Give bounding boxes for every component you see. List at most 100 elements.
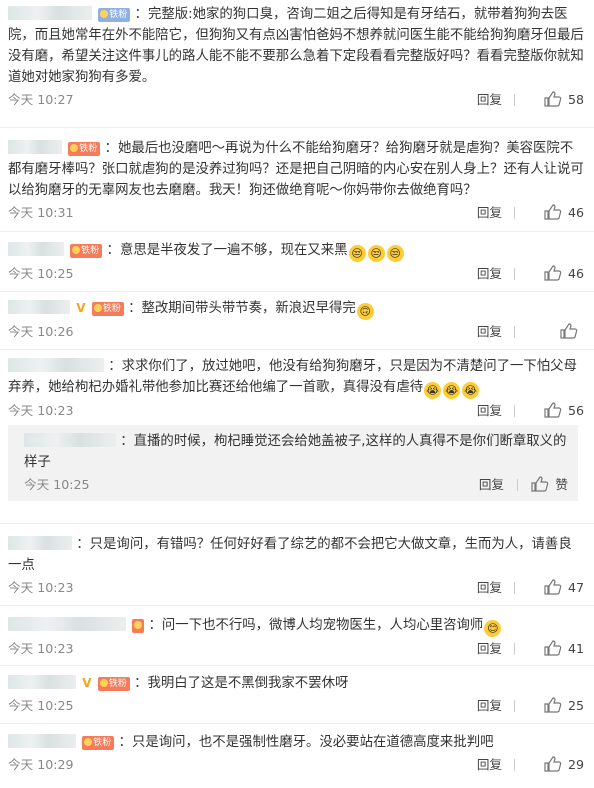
comment-item: 铁粉 ：意思是半夜发了一遍不够，现在又来黑 😒 😒 😒 今天 10:25 回复 46: [0, 232, 594, 292]
emoji-icon: 🙃: [356, 303, 374, 320]
thumbs-up-icon: [531, 476, 549, 492]
comment-meta: 今天 10:26 回复: [8, 320, 584, 344]
fan-badge: 铁粉: [97, 677, 130, 691]
divider: [514, 582, 515, 594]
like-count: 41: [567, 641, 584, 656]
divider: [514, 326, 515, 338]
comment-text: ：意思是半夜发了一遍不够，现在又来黑: [106, 243, 348, 258]
comment-text: ：只是询问，有错吗？任何好好看了综艺的都不会把它大做文章，生而为人，请善良一点: [8, 537, 572, 573]
comment-time: 今天 10:25: [8, 698, 74, 713]
comment-meta: 今天 10:27 回复 58: [8, 88, 584, 112]
reply-button[interactable]: 回复: [477, 694, 502, 718]
divider: [514, 94, 515, 106]
divider: [514, 700, 515, 712]
sub-reply: ：直播的时候，枸杞睡觉还会给她盖被子,这样的人真得不是你们断章取义的样子 今天 …: [8, 425, 578, 501]
reply-button[interactable]: 回复: [477, 88, 502, 112]
reply-button[interactable]: 回复: [477, 637, 502, 661]
reply-button[interactable]: 回复: [477, 320, 502, 344]
comment-item: V 铁粉 ：我明白了这是不黑倒我家不罢休呀 今天 10:25 回复 25: [0, 666, 594, 724]
like-button[interactable]: 29: [544, 753, 584, 777]
thumbs-up-icon: [544, 640, 562, 656]
like-button[interactable]: 58: [544, 88, 584, 112]
user-name[interactable]: [8, 242, 64, 256]
emoji-icon: 😊: [484, 620, 502, 637]
fan-badge: 铁粉: [82, 736, 115, 750]
like-button[interactable]: 46: [544, 201, 584, 225]
emoji-icon: 😭: [424, 382, 442, 399]
like-count: 46: [567, 266, 584, 281]
comment-meta: 今天 10:31 回复 46: [8, 201, 584, 225]
comment-list: 铁粉 ：完整版:她家的狗口臭，咨询二姐之后得知是有牙结石，就带着狗狗去医院，而且…: [0, 0, 594, 786]
user-name[interactable]: [24, 433, 116, 447]
emoji-icon: 😭: [462, 382, 480, 399]
comment-time: 今天 10:31: [8, 205, 74, 220]
divider: [517, 479, 518, 491]
like-count: 29: [567, 757, 584, 772]
reply-button[interactable]: 回复: [477, 576, 502, 600]
reply-button[interactable]: 回复: [477, 262, 502, 286]
comment-time: 今天 10:23: [8, 403, 74, 418]
comment-item: V 铁粉 ：整改期间带头带节奏，新浪迟早得完 🙃 今天 10:26 回复: [0, 292, 594, 350]
user-name[interactable]: [8, 734, 76, 748]
like-count: 25: [567, 698, 584, 713]
user-name[interactable]: [8, 358, 104, 372]
thumbs-up-icon: [544, 204, 562, 220]
fan-badge-icon: [70, 144, 79, 152]
user-name[interactable]: [8, 617, 126, 631]
divider: [514, 405, 515, 417]
emoji-icon: 😒: [386, 245, 404, 262]
thumbs-up-icon: [544, 402, 562, 418]
like-button[interactable]: 46: [544, 262, 584, 286]
like-button[interactable]: [560, 320, 584, 344]
comment-time: 今天 10:29: [8, 757, 74, 772]
comment-text: ：只是询问，也不是强制性磨牙。没必要站在道德高度来批判吧: [118, 735, 494, 750]
comment-text: ：问一下也不行吗，微博人均宠物医生，人均心里咨询师: [148, 618, 484, 633]
user-name[interactable]: [8, 675, 76, 689]
like-button[interactable]: 赞: [531, 473, 568, 497]
reply-button[interactable]: 回复: [479, 473, 504, 497]
divider: [514, 759, 515, 771]
fan-badge-icon: [100, 10, 109, 18]
reply-button[interactable]: 回复: [477, 399, 502, 423]
comment-meta: 今天 10:29 回复 29: [8, 753, 584, 777]
divider: [514, 207, 515, 219]
thumbs-up-icon: [544, 756, 562, 772]
comment-meta: 今天 10:23 回复 41: [8, 637, 584, 661]
user-name[interactable]: [8, 140, 62, 154]
thumbs-up-icon: [544, 91, 562, 107]
thumbs-up-icon: [560, 323, 578, 339]
thumbs-up-icon: [544, 265, 562, 281]
verified-v-icon: V: [82, 676, 92, 690]
comment-time: 今天 10:23: [8, 580, 74, 595]
fan-badge-icon: [99, 679, 108, 687]
comment-item: 铁粉 ：只是询问，也不是强制性磨牙。没必要站在道德高度来批判吧 今天 10:29…: [0, 724, 594, 786]
comment-item: ：只是询问，有错吗？任何好好看了综艺的都不会把它大做文章，生而为人，请善良一点 …: [0, 524, 594, 606]
user-name[interactable]: [8, 536, 72, 550]
comment-time: 今天 10:26: [8, 324, 74, 339]
comment-text: ：我明白了这是不黑倒我家不罢休呀: [134, 676, 349, 691]
comment-meta: 今天 10:25 回复 46: [8, 262, 584, 286]
comment-meta: 今天 10:25 回复 25: [8, 694, 584, 718]
fan-badge-small: [132, 619, 145, 633]
fan-badge: 铁粉: [68, 142, 101, 156]
user-name[interactable]: [8, 6, 92, 20]
divider: [514, 268, 515, 280]
fan-badge-icon: [72, 246, 81, 254]
thumbs-up-icon: [544, 697, 562, 713]
like-button[interactable]: 47: [544, 576, 584, 600]
reply-button[interactable]: 回复: [477, 201, 502, 225]
reply-button[interactable]: 回复: [477, 753, 502, 777]
like-count: 56: [567, 403, 584, 418]
like-button[interactable]: 25: [544, 694, 584, 718]
fan-badge: 铁粉: [91, 302, 124, 316]
emoji-icon: 😭: [443, 382, 461, 399]
like-button[interactable]: 56: [544, 399, 584, 423]
sub-reply-meta: 今天 10:25 回复 赞: [24, 473, 568, 497]
thumbs-up-icon: [544, 579, 562, 595]
emoji-icon: 😒: [367, 245, 385, 262]
like-button[interactable]: 41: [544, 637, 584, 661]
like-label: 赞: [555, 477, 568, 492]
comment-meta: 今天 10:23 回复 56: [8, 399, 584, 423]
fan-badge: 铁粉: [98, 8, 131, 22]
user-name[interactable]: [8, 300, 70, 314]
